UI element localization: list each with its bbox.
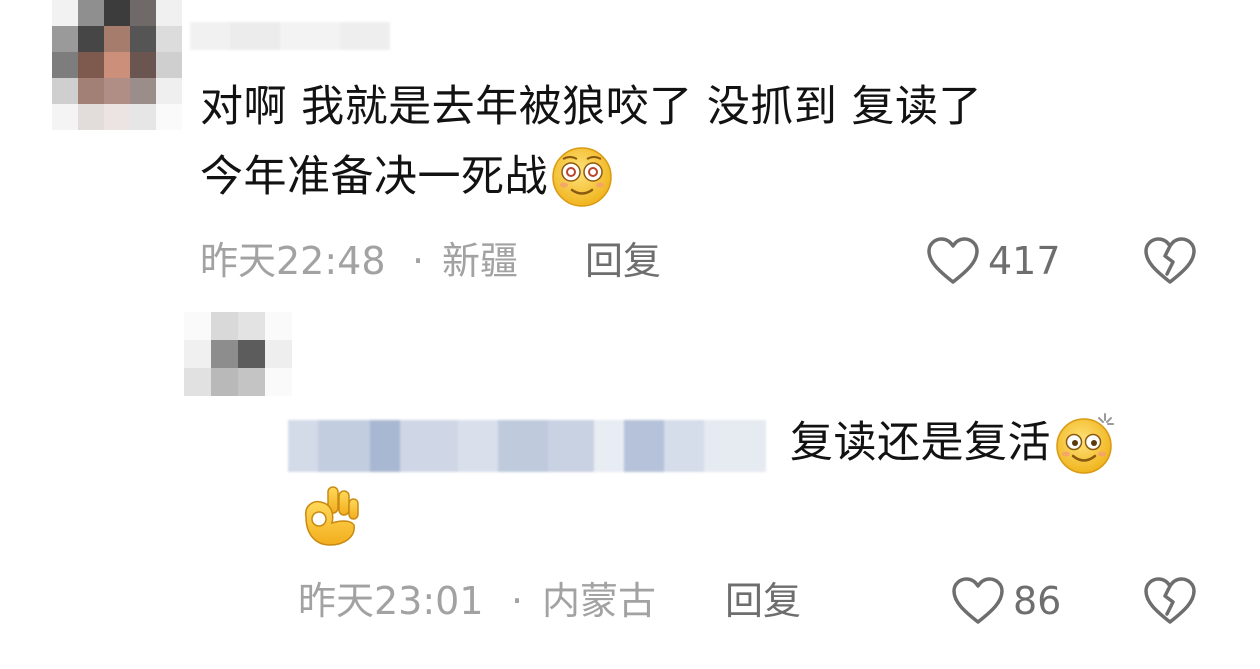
reply-text-row: 复读还是复活 [790, 408, 1119, 478]
reply-to-username-blurred[interactable] [288, 420, 766, 472]
ok-hand-emoji-icon [298, 483, 362, 549]
dislike-broken-heart-icon[interactable] [1142, 236, 1198, 286]
reply-button[interactable]: 回复 [585, 236, 661, 286]
like-heart-icon[interactable] [925, 236, 981, 286]
comment-text-line-1: 对啊 我就是去年被狼咬了 没抓到 复读了 [200, 82, 983, 132]
reply-time: 昨天23:01 [298, 579, 484, 623]
reply-text: 复读还是复活 [790, 418, 1051, 468]
reply-dislike-broken-heart-icon[interactable] [1142, 576, 1198, 626]
dazed-face-emoji-icon [550, 145, 614, 209]
comment-location: 新疆 [442, 239, 519, 283]
comment-text-line-2-row: 今年准备决一死战 [200, 142, 614, 212]
reply-meta-separator: · [511, 579, 524, 623]
username-blurred[interactable] [190, 22, 390, 50]
reply-avatar[interactable] [184, 312, 292, 396]
comment-meta-separator: · [412, 239, 425, 283]
reply-location: 内蒙古 [542, 579, 657, 623]
dizzy-smiling-emoji-icon [1053, 410, 1119, 476]
comment-time: 昨天22:48 [200, 239, 386, 283]
reply-like-heart-icon[interactable] [950, 576, 1006, 626]
like-count: 417 [988, 239, 1061, 283]
reply-like-count: 86 [1013, 579, 1062, 623]
comment-text-line-2: 今年准备决一死战 [200, 152, 548, 202]
reply-reply-button[interactable]: 回复 [725, 576, 801, 626]
avatar[interactable] [52, 0, 182, 130]
